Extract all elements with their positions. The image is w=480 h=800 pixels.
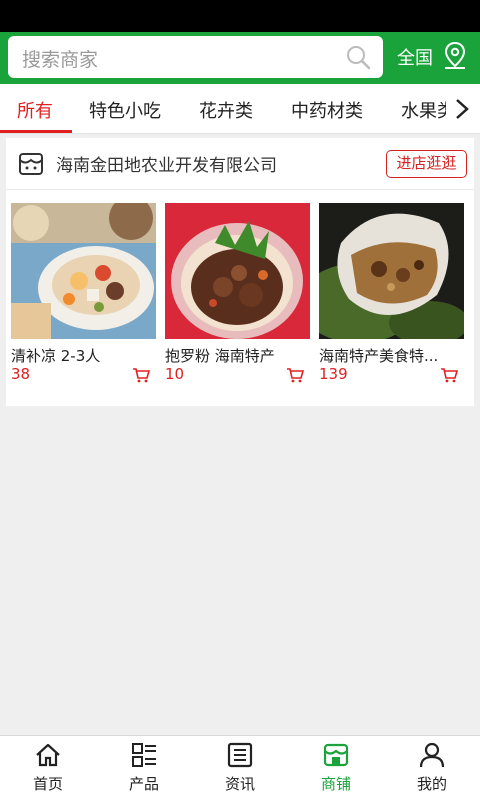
tab-herbs[interactable]: 中药材类: [291, 97, 363, 123]
tab-home[interactable]: 首页: [0, 736, 96, 800]
tab-home-label: 首页: [32, 775, 63, 793]
tab-stores-label: 商铺: [320, 775, 351, 793]
product-card[interactable]: 抱罗粉 海南特产 10: [165, 203, 310, 403]
profile-icon: [419, 742, 445, 768]
active-tab-indicator: [0, 130, 72, 133]
shop-header[interactable]: 海南金田地农业开发有限公司 进店逛逛: [6, 138, 474, 190]
tab-news-label: 资讯: [224, 775, 255, 793]
store-icon: [19, 153, 43, 175]
search-input[interactable]: 搜索商家: [8, 36, 383, 78]
add-to-cart-icon[interactable]: [286, 367, 304, 383]
product-card[interactable]: 海南特产美食特... 139: [319, 203, 464, 403]
product-name: 抱罗粉 海南特产: [165, 347, 275, 365]
home-icon: [36, 743, 60, 767]
search-icon[interactable]: [345, 44, 371, 70]
store-icon: [323, 743, 349, 767]
shop-card: 海南金田地农业开发有限公司 进店逛逛 清补凉 2-3人 38 抱罗粉 海南特产 …: [6, 138, 474, 406]
news-icon: [227, 742, 253, 768]
bottom-tab-bar: 首页 产品 资讯 商铺 我的: [0, 735, 480, 800]
tab-flowers[interactable]: 花卉类: [199, 97, 253, 123]
product-card[interactable]: 清补凉 2-3人 38: [11, 203, 156, 403]
tab-news[interactable]: 资讯: [192, 736, 288, 800]
tab-products-label: 产品: [128, 775, 159, 793]
product-image[interactable]: [319, 203, 464, 339]
tab-profile[interactable]: 我的: [384, 736, 480, 800]
search-placeholder: 搜索商家: [22, 49, 99, 71]
tab-profile-label: 我的: [416, 775, 447, 793]
region-label: 全国: [397, 48, 433, 69]
location-pin-icon: [444, 41, 466, 69]
tab-all[interactable]: 所有: [17, 97, 53, 123]
category-tabs: 所有 特色小吃 花卉类 中药材类 水果类: [0, 84, 480, 134]
tab-stores[interactable]: 商铺: [288, 736, 384, 800]
product-list-icon: [132, 743, 156, 767]
product-price: 139: [319, 365, 348, 383]
tab-products[interactable]: 产品: [96, 736, 192, 800]
region-selector[interactable]: 全国: [394, 41, 474, 71]
status-bar: [0, 0, 480, 32]
product-price: 10: [165, 365, 185, 383]
product-name: 清补凉 2-3人: [11, 347, 101, 365]
shop-name: 海南金田地农业开发有限公司: [56, 156, 277, 176]
product-name: 海南特产美食特...: [319, 347, 439, 365]
tab-snacks[interactable]: 特色小吃: [89, 97, 161, 123]
add-to-cart-icon[interactable]: [132, 367, 150, 383]
top-bar: 搜索商家 全国: [0, 32, 480, 84]
product-price: 38: [11, 365, 31, 383]
product-image[interactable]: [165, 203, 310, 339]
chevron-right-icon[interactable]: [454, 98, 470, 120]
visit-store-button[interactable]: 进店逛逛: [386, 150, 467, 178]
add-to-cart-icon[interactable]: [440, 367, 458, 383]
product-image[interactable]: [11, 203, 156, 339]
